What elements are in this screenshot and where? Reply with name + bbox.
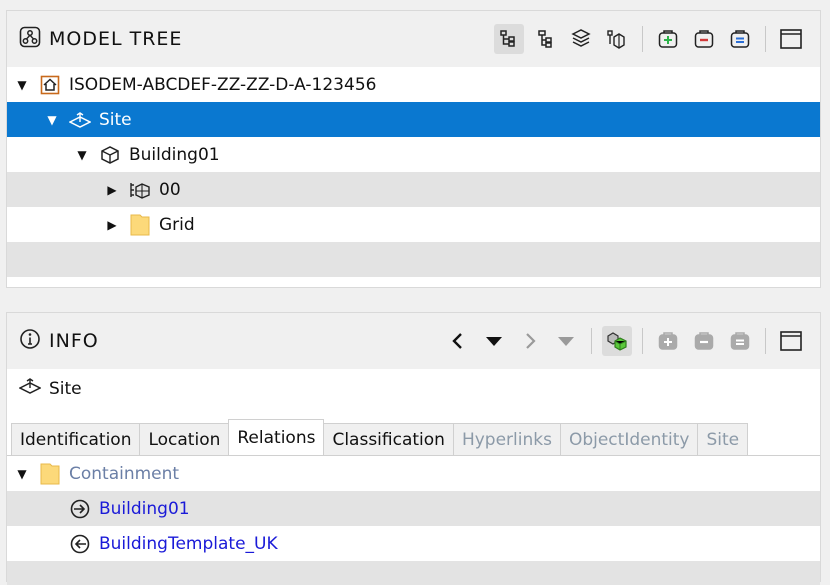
tab-objectidentity[interactable]: ObjectIdentity — [559, 423, 699, 455]
tab-location[interactable]: Location — [139, 423, 230, 455]
layers-view-icon[interactable] — [566, 24, 596, 54]
building-icon — [99, 144, 121, 166]
model-tree-icon — [19, 26, 41, 53]
info-toolbar — [443, 325, 806, 357]
tree-node-project[interactable]: ▼ ISODEM-ABCDEF-ZZ-ZZ-D-A-123456 — [7, 67, 820, 102]
model-tree-title: MODEL TREE — [19, 26, 182, 53]
grouped-view-icon[interactable] — [602, 24, 632, 54]
tree-node-label: Grid — [159, 214, 195, 235]
tab-classification[interactable]: Classification — [323, 423, 454, 455]
tab-site[interactable]: Site — [697, 423, 749, 455]
info-panel: INFO Site Identification Location Relati… — [6, 312, 821, 585]
tree-node-site[interactable]: ▼ Site — [7, 102, 820, 137]
relations-tree: ▼ Containment Building01 BuildingTemplat… — [7, 455, 820, 585]
info-title: INFO — [19, 328, 99, 355]
incoming-relation-icon — [69, 498, 91, 520]
relations-group-containment[interactable]: ▼ Containment — [7, 456, 820, 491]
relation-link[interactable]: Building01 — [99, 499, 190, 519]
project-icon — [39, 74, 61, 96]
hierarchy-view-icon[interactable] — [494, 24, 524, 54]
maximize-panel-icon[interactable] — [776, 326, 806, 356]
tab-hyperlinks[interactable]: Hyperlinks — [452, 423, 561, 455]
model-tree-panel: MODEL TREE ▼ ISODEM-ABCDEF-ZZ-ZZ-D-A-123… — [6, 10, 821, 288]
toolbar-separator — [765, 26, 766, 52]
tab-relations[interactable]: Relations — [228, 419, 325, 455]
empty-row — [7, 242, 820, 277]
tree-node-building[interactable]: ▼ Building01 — [7, 137, 820, 172]
edit-property-icon[interactable] — [725, 326, 755, 356]
tree-node-label: 00 — [159, 179, 181, 200]
tree-node-storey[interactable]: ▶ 00 — [7, 172, 820, 207]
filter-icon[interactable] — [725, 24, 755, 54]
toolbar-separator — [642, 328, 643, 354]
remove-property-icon[interactable] — [689, 326, 719, 356]
flat-tree-icon[interactable] — [530, 24, 560, 54]
info-header: INFO — [7, 313, 820, 369]
expand-toggle-icon[interactable]: ▼ — [15, 78, 29, 92]
relations-group-label: Containment — [69, 463, 180, 484]
relation-item[interactable]: Building01 — [7, 491, 820, 526]
site-icon — [18, 377, 42, 400]
site-icon — [69, 109, 91, 131]
model-tree-title-text: MODEL TREE — [49, 28, 183, 50]
expand-toggle-icon[interactable]: ▼ — [75, 148, 89, 162]
empty-row — [7, 561, 820, 585]
forward-icon[interactable] — [515, 326, 545, 356]
selected-object: Site — [18, 377, 82, 400]
collapsed-toggle-icon[interactable]: ▶ — [105, 218, 119, 232]
info-tabs: Identification Location Relations Classi… — [11, 419, 749, 455]
back-icon[interactable] — [443, 326, 473, 356]
info-icon — [19, 328, 41, 355]
collapse-all-icon[interactable] — [689, 24, 719, 54]
expand-toggle-icon[interactable]: ▼ — [45, 113, 59, 127]
add-property-icon[interactable] — [653, 326, 683, 356]
tree-node-label: ISODEM-ABCDEF-ZZ-ZZ-D-A-123456 — [69, 74, 377, 95]
model-tree-toolbar — [494, 23, 806, 55]
tree-node-label: Building01 — [129, 144, 220, 165]
back-history-dropdown-icon[interactable] — [479, 326, 509, 356]
relation-link[interactable]: BuildingTemplate_UK — [99, 534, 278, 554]
collapsed-toggle-icon[interactable]: ▶ — [105, 183, 119, 197]
info-title-text: INFO — [49, 330, 99, 352]
expand-all-icon[interactable] — [653, 24, 683, 54]
folder-icon — [129, 214, 151, 236]
expand-toggle-icon[interactable]: ▼ — [15, 467, 29, 481]
model-tree-header: MODEL TREE — [7, 11, 820, 67]
relation-item[interactable]: BuildingTemplate_UK — [7, 526, 820, 561]
toolbar-separator — [765, 328, 766, 354]
maximize-panel-icon[interactable] — [776, 24, 806, 54]
folder-icon — [39, 463, 61, 485]
tab-identification[interactable]: Identification — [11, 423, 141, 455]
storey-icon — [129, 179, 151, 201]
toolbar-separator — [642, 26, 643, 52]
tree-node-grid[interactable]: ▶ Grid — [7, 207, 820, 242]
toolbar-separator — [591, 328, 592, 354]
show-in-3d-icon[interactable] — [602, 326, 632, 356]
tree-node-label: Site — [99, 109, 132, 130]
outgoing-relation-icon — [69, 533, 91, 555]
selected-object-label: Site — [49, 378, 82, 399]
forward-history-dropdown-icon[interactable] — [551, 326, 581, 356]
